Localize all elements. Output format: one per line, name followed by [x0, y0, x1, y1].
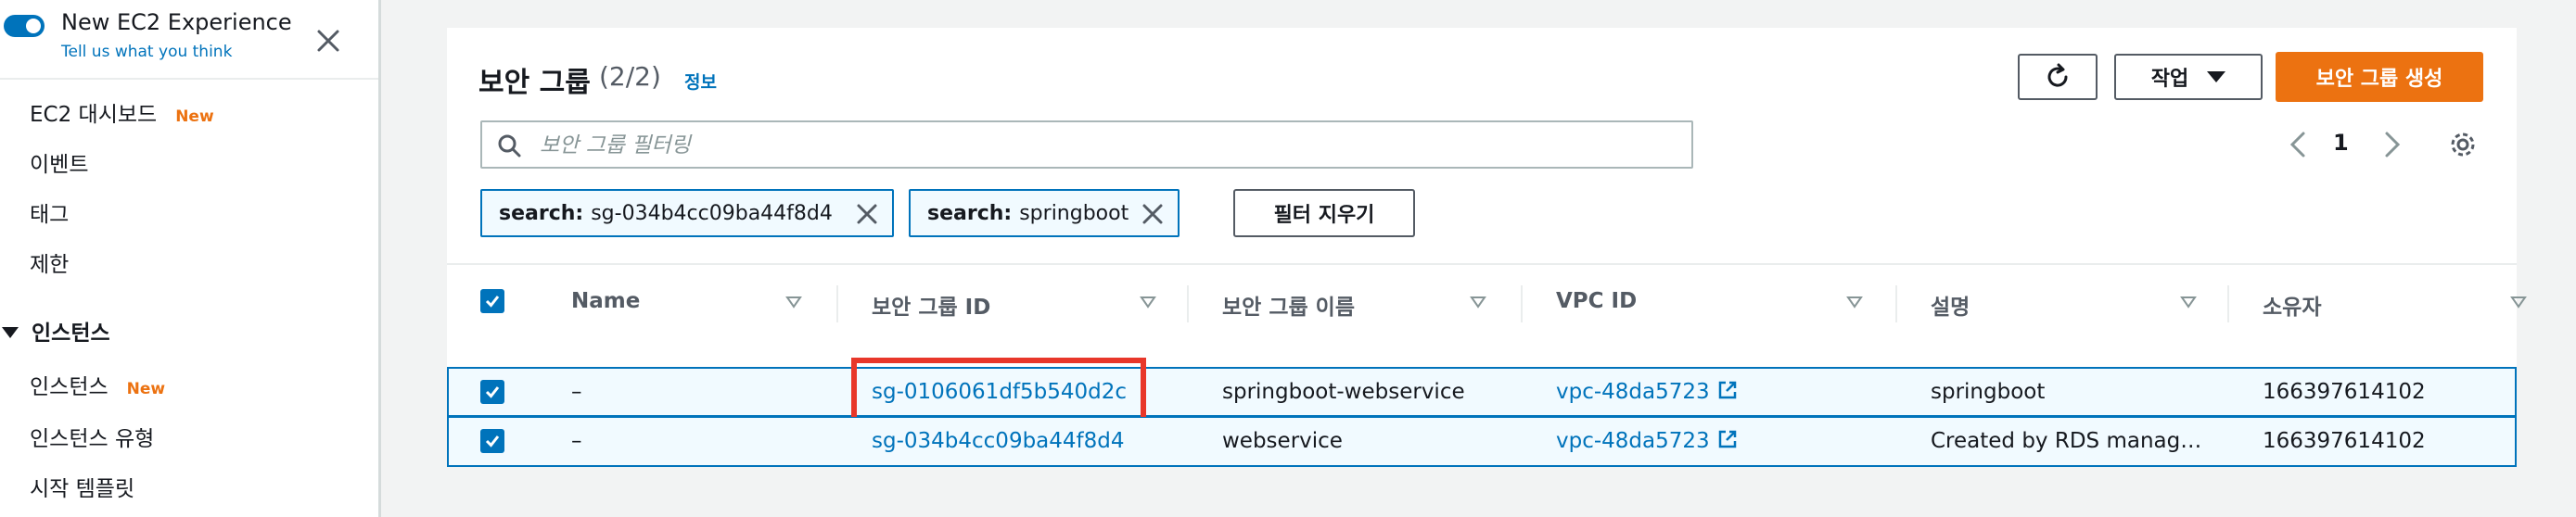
vpc-id-text: vpc-48da5723: [1556, 380, 1710, 404]
new-badge: New: [175, 107, 214, 126]
cell-sg-id-link[interactable]: sg-034b4cc09ba44f8d4: [872, 429, 1125, 453]
sort-icon[interactable]: [784, 293, 803, 311]
sidebar-item-ec2-dashboard[interactable]: EC2 대시보드 New: [30, 96, 214, 128]
caret-down-icon: [2207, 71, 2226, 82]
sidebar-item-events[interactable]: 이벤트: [30, 146, 88, 178]
sidebar-item-label: 이벤트: [30, 153, 89, 177]
cell-vpc-id-link[interactable]: vpc-48da5723: [1556, 429, 1738, 453]
selection-count: (2/2): [599, 61, 661, 92]
check-icon: [485, 296, 500, 308]
new-experience-toggle[interactable]: [4, 15, 45, 37]
sidebar-item-label: 인스턴스 유형: [30, 427, 155, 451]
vpc-id-text: vpc-48da5723: [1556, 429, 1710, 453]
sidebar-item-label: 태그: [30, 203, 70, 227]
column-header-owner[interactable]: 소유자: [2263, 289, 2321, 321]
column-header-name[interactable]: Name: [571, 289, 640, 313]
security-groups-panel: 보안 그룹 (2/2) 정보 작업 보안 그룹 생성 1 search: sg-0…: [447, 28, 2527, 467]
filter-token-value: springboot: [1019, 201, 1129, 225]
filter-token-key: search:: [499, 201, 584, 225]
sort-icon[interactable]: [1139, 293, 1157, 311]
cell-sg-name: webservice: [1222, 429, 1343, 453]
check-icon: [485, 435, 500, 448]
sidebar-item-label: 제한: [30, 253, 70, 277]
page-title: 보안 그룹: [478, 67, 591, 99]
gear-icon[interactable]: [2446, 128, 2480, 161]
column-header-vpc-id[interactable]: VPC ID: [1556, 289, 1637, 313]
cell-vpc-id-link[interactable]: vpc-48da5723: [1556, 380, 1738, 404]
column-divider[interactable]: [1895, 285, 1897, 322]
sidebar-item-instances[interactable]: 인스턴스 New: [30, 369, 165, 400]
caret-down-icon: [2, 327, 19, 338]
sort-icon[interactable]: [2509, 293, 2528, 311]
refresh-button[interactable]: [2018, 54, 2098, 100]
clear-filters-button[interactable]: 필터 지우기: [1233, 189, 1415, 237]
column-divider[interactable]: [1187, 285, 1189, 322]
sort-icon[interactable]: [1845, 293, 1864, 311]
sidebar: New EC2 Experience Tell us what you thin…: [0, 0, 381, 517]
sidebar-item-label: 시작 템플릿: [30, 477, 135, 501]
highlight-box: [851, 358, 1146, 426]
actions-dropdown-button[interactable]: 작업: [2114, 54, 2263, 100]
remove-filter-icon[interactable]: [1141, 202, 1165, 226]
cell-sg-name: springboot-webservice: [1222, 380, 1465, 404]
select-all-checkbox[interactable]: [480, 289, 504, 313]
sidebar-item-label: EC2 대시보드: [30, 103, 158, 127]
new-experience-toggle-row: New EC2 Experience Tell us what you thin…: [0, 0, 378, 80]
sort-icon[interactable]: [1469, 293, 1487, 311]
sidebar-item-tags[interactable]: 태그: [30, 196, 69, 228]
sidebar-item-launch-templates[interactable]: 시작 템플릿: [30, 471, 134, 502]
check-icon: [485, 386, 500, 398]
create-security-group-button[interactable]: 보안 그룹 생성: [2276, 52, 2483, 102]
refresh-icon: [2047, 63, 2068, 87]
chevron-left-icon[interactable]: [2287, 130, 2309, 159]
search-field: [480, 120, 1693, 169]
column-header-sg-name[interactable]: 보안 그룹 이름: [1222, 289, 1355, 321]
cell-description: Created by RDS manag…: [1931, 429, 2202, 453]
cell-name: –: [571, 429, 582, 453]
search-input[interactable]: [538, 130, 1654, 161]
sidebar-section-label: 인스턴스: [32, 322, 110, 346]
filter-token: search: springboot: [909, 189, 1180, 237]
table-row[interactable]: – sg-0106061df5b540d2c springboot-webser…: [447, 358, 2517, 426]
remove-filter-icon[interactable]: [855, 202, 879, 226]
cell-description: springboot: [1931, 380, 2046, 404]
filter-token-key: search:: [927, 201, 1013, 225]
search-icon: [498, 134, 521, 158]
new-experience-title: New EC2 Experience: [61, 9, 292, 35]
filter-token-value: sg-034b4cc09ba44f8d4: [591, 201, 833, 225]
column-divider[interactable]: [2227, 285, 2229, 322]
table-header: Name 보안 그룹 ID 보안 그룹 이름 VPC ID 설명 소유자: [447, 265, 2527, 339]
feedback-link[interactable]: Tell us what you think: [61, 43, 232, 61]
filter-token: search: sg-034b4cc09ba44f8d4: [480, 189, 894, 237]
info-link[interactable]: 정보: [684, 69, 717, 94]
column-divider[interactable]: [1521, 285, 1523, 322]
sort-icon[interactable]: [2179, 293, 2198, 311]
table-row[interactable]: – sg-034b4cc09ba44f8d4 webservice vpc-48…: [447, 417, 2517, 467]
chevron-right-icon[interactable]: [2381, 130, 2404, 159]
new-badge: New: [126, 380, 166, 398]
cell-owner: 166397614102: [2263, 380, 2426, 404]
security-groups-table: Name 보안 그룹 ID 보안 그룹 이름 VPC ID 설명 소유자 – s…: [447, 263, 2527, 467]
column-header-sg-id[interactable]: 보안 그룹 ID: [872, 289, 990, 321]
row-checkbox[interactable]: [480, 380, 504, 404]
sidebar-item-limits[interactable]: 제한: [30, 246, 69, 278]
column-divider[interactable]: [836, 285, 838, 322]
close-icon[interactable]: [312, 24, 345, 57]
cell-owner: 166397614102: [2263, 429, 2426, 453]
sidebar-item-instance-types[interactable]: 인스턴스 유형: [30, 421, 154, 452]
sidebar-item-label: 인스턴스: [30, 375, 108, 399]
cell-name: –: [571, 380, 582, 404]
toggle-knob: [26, 19, 41, 33]
column-header-description[interactable]: 설명: [1931, 289, 1970, 321]
row-checkbox[interactable]: [480, 429, 504, 453]
external-link-icon: [1718, 381, 1736, 399]
actions-label: 작업: [2150, 68, 2189, 91]
sidebar-section-instances[interactable]: 인스턴스: [0, 315, 110, 347]
external-link-icon: [1718, 430, 1736, 448]
page-number[interactable]: 1: [2333, 130, 2349, 156]
